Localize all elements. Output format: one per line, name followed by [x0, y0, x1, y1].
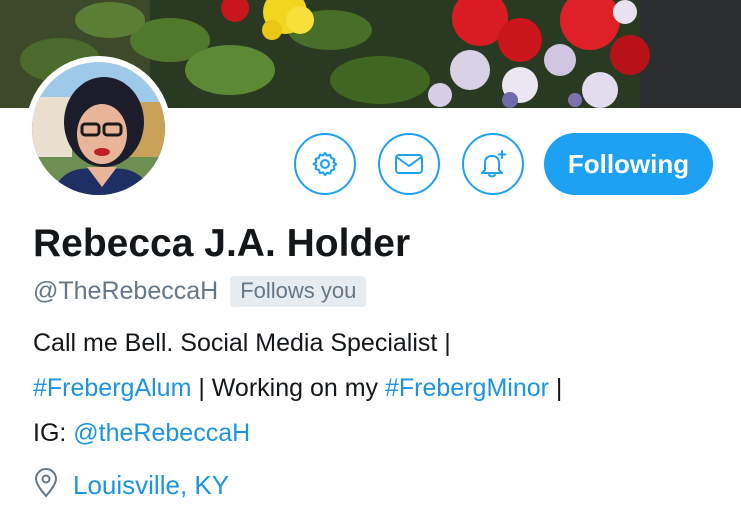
display-name: Rebecca J.A. Holder: [33, 222, 411, 265]
settings-button[interactable]: [294, 133, 356, 195]
location-pin-icon: [33, 468, 59, 503]
profile-actions: Following: [294, 133, 713, 195]
following-button[interactable]: Following: [544, 133, 713, 195]
bio-text: | Working on my: [191, 374, 385, 402]
notifications-button[interactable]: [462, 133, 524, 195]
mention-link-therebeccah[interactable]: @theRebeccaH: [73, 419, 250, 447]
bell-plus-icon: [477, 148, 509, 180]
message-button[interactable]: [378, 133, 440, 195]
profile-location: Louisville, KY: [33, 468, 229, 503]
bio-text: IG:: [33, 419, 74, 447]
hashtag-link-frebergminor[interactable]: #FrebergMinor: [385, 374, 549, 402]
avatar-image: [32, 62, 165, 195]
bio-line-3: IG: @theRebeccaH: [33, 411, 723, 456]
user-handle: @TheRebeccaH: [33, 277, 219, 305]
envelope-icon: [394, 152, 424, 176]
bio-line-1: Call me Bell. Social Media Specialist |: [33, 329, 451, 357]
handle-row: @TheRebeccaH Follows you: [33, 276, 367, 307]
gear-icon: [311, 150, 339, 178]
follows-you-badge: Follows you: [230, 276, 367, 307]
avatar[interactable]: [26, 56, 171, 201]
bio-line-2: #FrebergAlum | Working on my #FrebergMin…: [33, 366, 723, 411]
profile-bio: Call me Bell. Social Media Specialist | …: [33, 321, 723, 456]
bio-text: |: [548, 374, 563, 402]
hashtag-link-frebergalum[interactable]: #FrebergAlum: [33, 374, 191, 402]
location-text: Louisville, KY: [73, 470, 230, 500]
